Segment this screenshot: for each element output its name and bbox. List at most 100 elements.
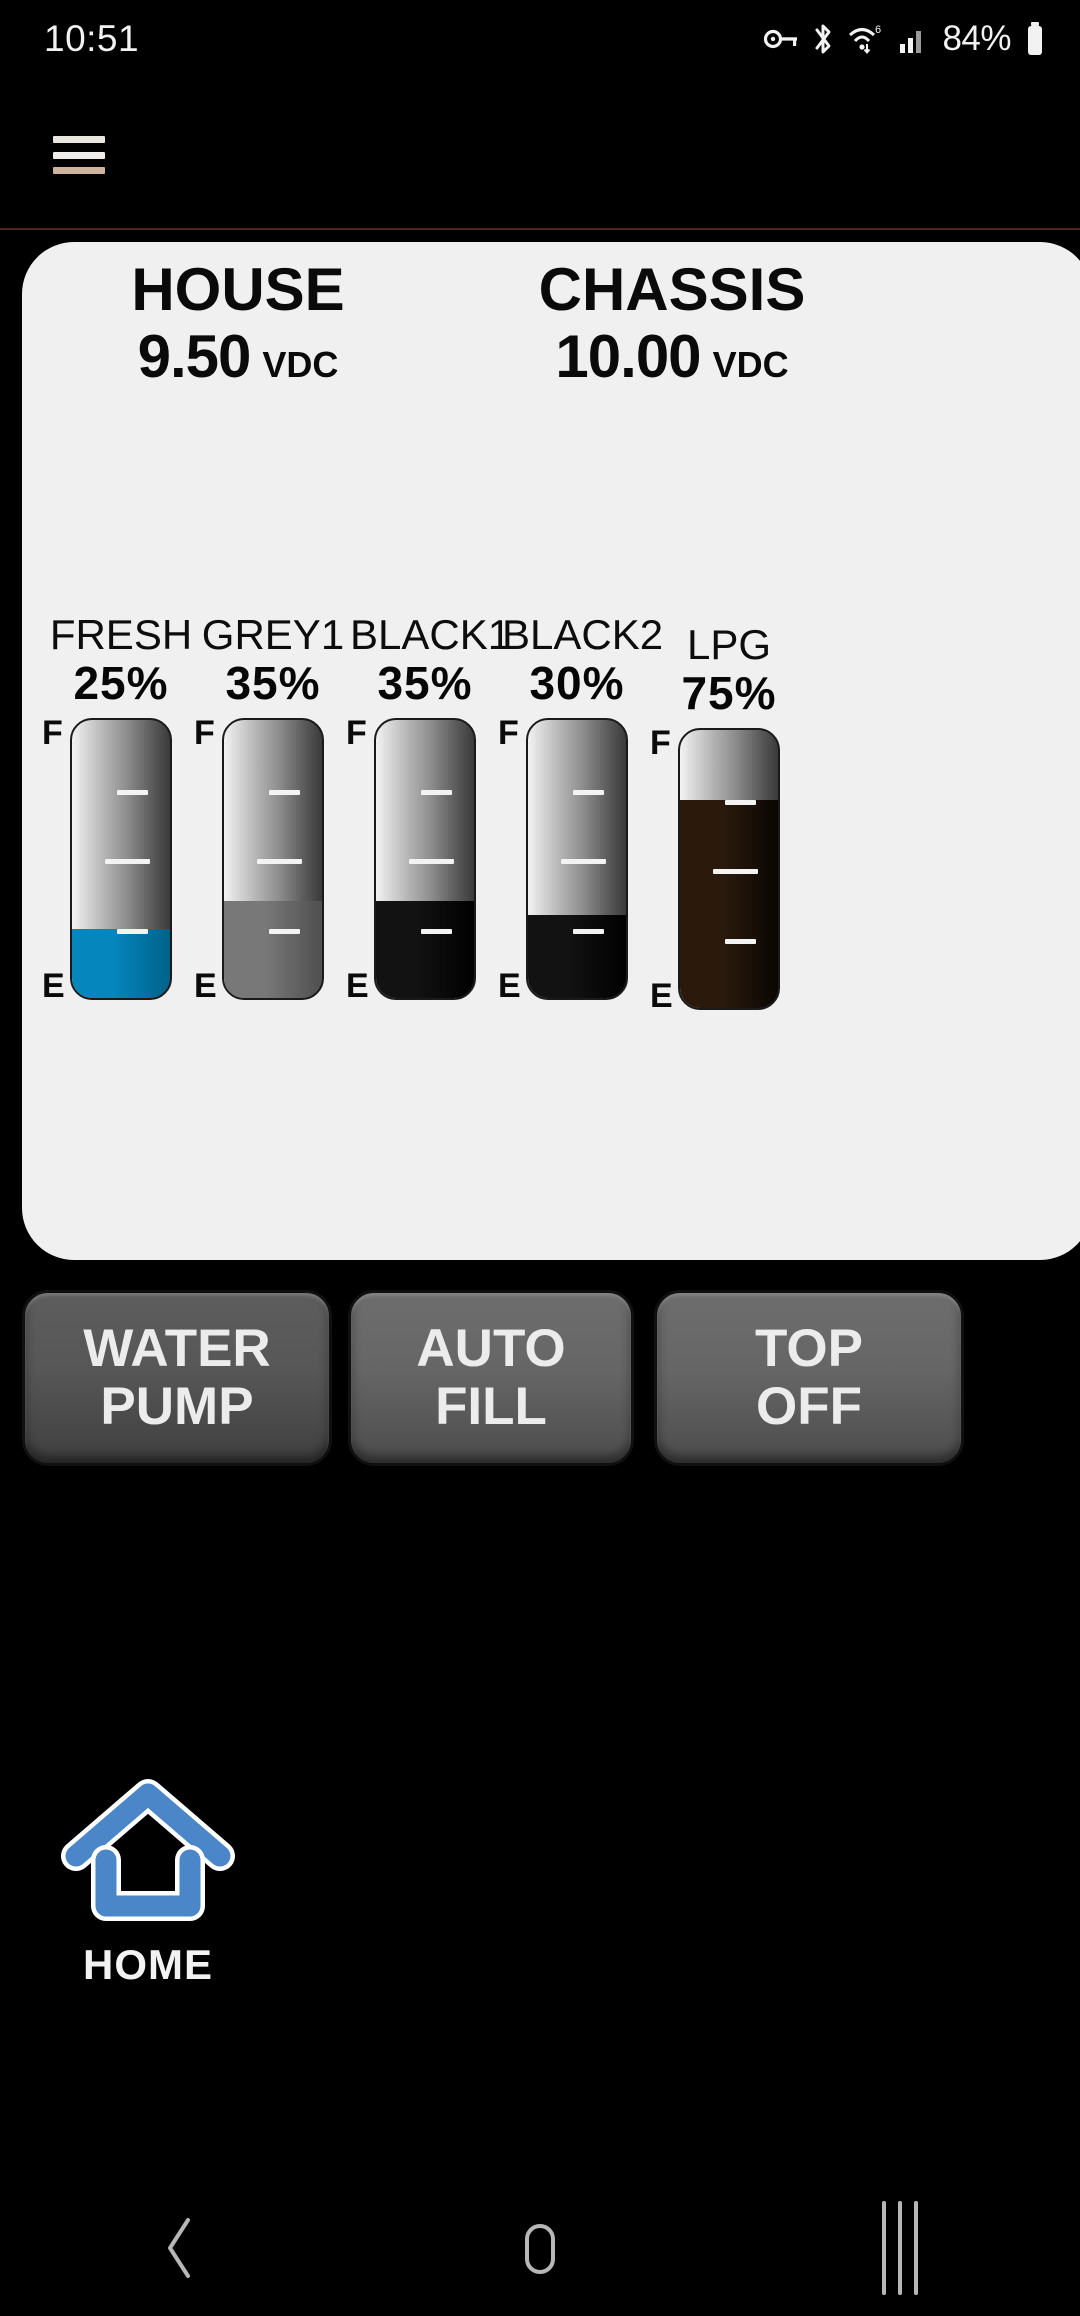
tank-tube: [526, 718, 628, 1000]
tank-percent-label: 75%: [681, 667, 777, 719]
button-label-line2: PUMP: [100, 1377, 254, 1436]
tank-monitor-panel: HOUSE 9.50 VDC CHASSIS 10.00 VDC FRESH 25…: [22, 242, 1080, 1260]
tank-full-marker: F: [498, 714, 519, 752]
tick-75: [421, 789, 453, 795]
tank-percent-label: 35%: [377, 657, 473, 709]
chassis-voltage-unit: VDC: [712, 344, 789, 385]
phone-screen: 10:51 6 84% HOUSE 9.50 VDC CHASSIS 10.00…: [0, 0, 1080, 2316]
tank-tube: [374, 718, 476, 1000]
tank-empty-marker: E: [498, 967, 521, 1005]
battery-icon: [1024, 22, 1046, 56]
cellular-signal-icon: [899, 24, 927, 54]
menu-line-2: [53, 151, 105, 159]
tank-full-marker: F: [42, 714, 63, 752]
nav-recents-button[interactable]: [810, 2180, 990, 2316]
svg-text:6: 6: [875, 24, 881, 36]
button-label-line1: WATER: [83, 1319, 271, 1378]
tick-25: [725, 938, 757, 944]
hamburger-menu-icon[interactable]: [53, 136, 105, 174]
tank-gauge-row: FRESH 25% F E GREY1 35% F E BLACK1 35% F E BLACK2 30%…: [22, 612, 1080, 1142]
tank-empty-marker: E: [650, 977, 673, 1015]
house-voltage-block: HOUSE 9.50 VDC: [58, 256, 418, 398]
voltage-readouts: HOUSE 9.50 VDC CHASSIS 10.00 VDC: [22, 242, 1070, 402]
nav-back-button[interactable]: [90, 2180, 270, 2316]
tank-percent-label: 30%: [529, 657, 625, 709]
home-button[interactable]: HOME: [48, 1778, 248, 1989]
tank-empty-marker: E: [346, 967, 369, 1005]
tick-75: [573, 789, 605, 795]
tank-tick-marks: [72, 720, 170, 998]
tank-tick-marks: [680, 730, 778, 1008]
home-circle-icon: [525, 2224, 555, 2274]
tank-empty-marker: E: [42, 967, 65, 1005]
tank-tube: [70, 718, 172, 1000]
tick-75: [725, 799, 757, 805]
status-bar-clock: 10:51: [44, 18, 140, 59]
tick-75: [269, 789, 301, 795]
battery-percent-label: 84%: [942, 19, 1011, 58]
button-label-line1: TOP: [755, 1319, 863, 1378]
status-bar-icons: 6 84%: [764, 19, 1046, 59]
tank-full-marker: F: [194, 714, 215, 752]
house-voltage-label: HOUSE: [131, 256, 345, 323]
nav-home-button[interactable]: [450, 2180, 630, 2316]
auto-fill-button[interactable]: AUTO FILL: [348, 1290, 634, 1466]
tank-empty-marker: E: [194, 967, 217, 1005]
tank-gauge-black2[interactable]: BLACK2 30% F E: [498, 611, 664, 1006]
tank-gauge-fresh[interactable]: FRESH 25% F E: [42, 611, 196, 1006]
button-label-line1: AUTO: [416, 1319, 566, 1378]
tank-percent-label: 25%: [73, 657, 169, 709]
tank-name-label: BLACK1: [350, 611, 512, 658]
tick-50: [257, 859, 303, 864]
button-label-line2: FILL: [435, 1377, 547, 1436]
action-button-row: WATER PUMP AUTO FILL TOP OFF: [0, 1290, 1080, 1486]
button-label-line2: OFF: [756, 1377, 862, 1436]
back-chevron-icon: [168, 2218, 190, 2278]
tank-tube-wrap: FE: [42, 714, 196, 1005]
tank-tick-marks: [224, 720, 322, 998]
bluetooth-icon: [811, 22, 835, 56]
chassis-voltage-block: CHASSIS 10.00 VDC: [462, 256, 882, 398]
tick-50: [105, 859, 151, 864]
tick-25: [573, 928, 605, 934]
tank-tick-marks: [376, 720, 474, 998]
tick-50: [713, 869, 759, 874]
tank-tube: [678, 728, 780, 1010]
tank-tube-wrap: FE: [498, 714, 652, 1005]
tank-tube: [222, 718, 324, 1000]
chassis-voltage-label: CHASSIS: [538, 256, 806, 323]
tank-tube-wrap: FE: [346, 714, 500, 1005]
tick-25: [269, 928, 301, 934]
tank-gauge-black1[interactable]: BLACK1 35% F E: [346, 611, 512, 1006]
tank-gauge-lpg[interactable]: LPG 75% F E: [650, 621, 804, 1015]
status-bar: 10:51 6 84%: [0, 0, 1080, 78]
top-off-button[interactable]: TOP OFF: [654, 1290, 964, 1466]
recents-icon: [882, 2201, 918, 2295]
tank-name-label: BLACK2: [502, 611, 664, 658]
wifi-6-icon: 6: [848, 22, 886, 56]
tank-percent-label: 35%: [225, 657, 321, 709]
tank-name-label: LPG: [686, 621, 772, 668]
tank-name-label: FRESH: [49, 611, 193, 658]
tank-name-label: GREY1: [201, 611, 345, 658]
water-pump-button[interactable]: WATER PUMP: [22, 1290, 332, 1466]
menu-line-3: [53, 167, 105, 174]
menu-line-1: [53, 136, 105, 143]
home-button-label: HOME: [83, 1941, 213, 1988]
tank-full-marker: F: [650, 724, 671, 762]
tick-75: [117, 789, 149, 795]
tick-50: [561, 859, 607, 864]
tick-25: [117, 928, 149, 934]
tank-full-marker: F: [346, 714, 367, 752]
tick-50: [409, 859, 455, 864]
android-nav-bar: [0, 2180, 1080, 2316]
tank-tick-marks: [528, 720, 626, 998]
house-voltage-value: 9.50: [137, 323, 252, 390]
tank-gauge-grey1[interactable]: GREY1 35% F E: [194, 611, 348, 1006]
tank-tube-wrap: FE: [194, 714, 348, 1005]
tick-25: [421, 928, 453, 934]
home-house-icon: [61, 1779, 235, 1921]
house-voltage-unit: VDC: [262, 344, 339, 385]
tank-tube-wrap: FE: [650, 724, 804, 1015]
header-divider: [0, 228, 1080, 230]
